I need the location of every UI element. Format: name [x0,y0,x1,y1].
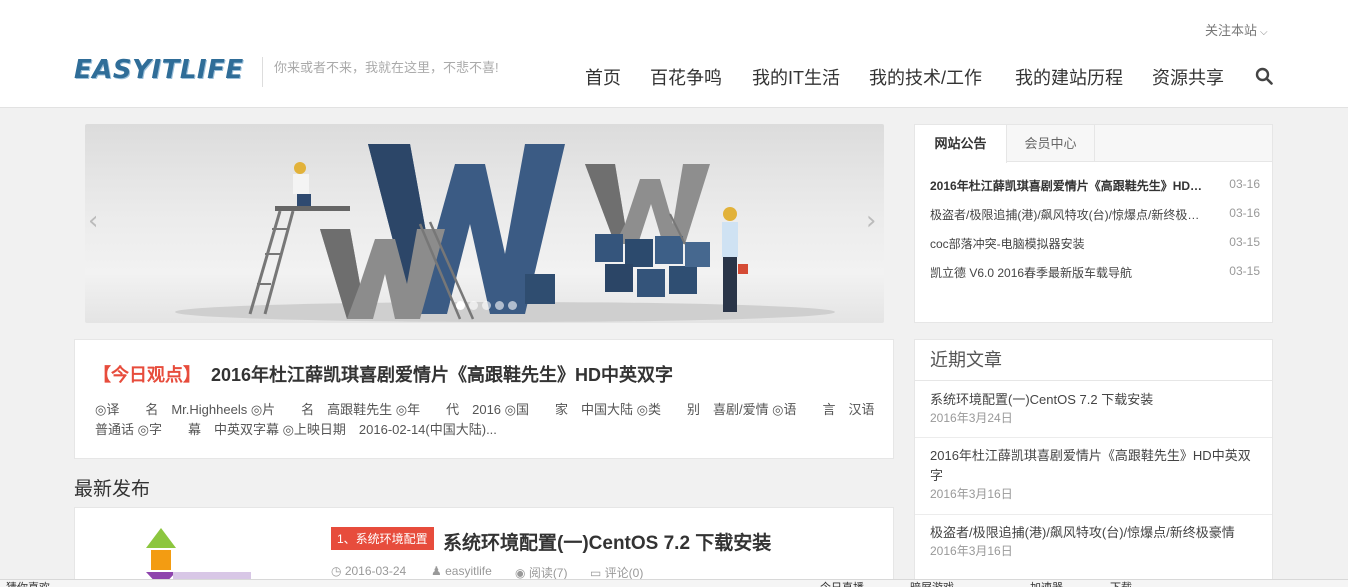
post-title-link[interactable]: 系统环境配置(一)CentOS 7.2 下载安装 [443,528,771,555]
notice-item[interactable]: coc部落冲突-电脑模拟器安装 03-15 [930,235,1260,255]
carousel-image-www [175,144,835,322]
notice-item-title: coc部落冲突-电脑模拟器安装 [930,237,1085,251]
site-logo[interactable]: EASYITLIFE [74,55,244,85]
status-item-live[interactable]: 今日直播 [820,580,864,587]
carousel-dot[interactable] [495,301,504,310]
recent-item[interactable]: 系统环境配置(一)CentOS 7.2 下载安装 2016年3月24日 [930,390,1260,426]
today-view-tag: 【今日观点】 [93,365,201,385]
notice-widget: 网站公告 会员中心 2016年杜江薛凯琪喜剧爱情片《高跟鞋先生》HD中英双字 0… [914,124,1273,323]
status-item-games[interactable]: 暗屏游戏 [910,580,954,587]
notice-item[interactable]: 极盗者/极限追捕(港)/飙风特攻(台)/惊爆点/新终极豪情 03-16 [930,206,1260,226]
featured-post: 【今日观点】 2016年杜江薛凯琪喜剧爱情片《高跟鞋先生》HD中英双字 ◎译 名 … [74,339,894,459]
tab-member-center[interactable]: 会员中心 [1007,125,1095,162]
carousel-prev-arrow[interactable]: ‹ [88,206,98,236]
carousel-dot[interactable] [508,301,517,310]
nav-item-site-history[interactable]: 我的建站历程 [1015,64,1123,90]
site-header: 关注本站 ⌵ EASYITLIFE 你来或者不来，我就在这里，不悲不喜! 首页 百… [0,0,1348,108]
user-icon: ♟ [431,564,446,578]
clock-icon: ◷ [331,564,345,578]
divider [915,514,1272,515]
post-author-text: easyitlife [445,564,492,578]
comment-icon: ▭ [590,566,605,580]
image-carousel[interactable] [85,124,884,323]
status-left-label[interactable]: 猜你喜欢 [6,580,50,587]
chevron-down-icon: ⌵ [1260,27,1268,38]
post-date: ◷ 2016-03-24 [331,564,406,578]
post-comments-text: 评论(0) [604,566,644,580]
notice-item-title: 凯立德 V6.0 2016春季最新版车载导航 [930,266,1133,280]
recent-item-date: 2016年3月24日 [930,411,1013,425]
post-category-badge[interactable]: 1、系统环境配置 [331,527,434,550]
latest-heading: 最新发布 [74,479,151,500]
divider [915,437,1272,438]
nav-item-home[interactable]: 首页 [585,64,621,90]
notice-item-date: 03-16 [1229,206,1260,220]
notice-item-title: 极盗者/极限追捕(港)/飙风特攻(台)/惊爆点/新终极豪情 [930,208,1210,222]
nav-item-discussion[interactable]: 百花争鸣 [650,64,722,90]
recent-item-title: 2016年杜江薛凯琪喜剧爱情片《高跟鞋先生》HD中英双字 [930,448,1251,483]
carousel-dot[interactable] [469,301,478,310]
status-item-accelerator[interactable]: 加速器 [1030,580,1063,587]
carousel-dot[interactable] [482,301,491,310]
recent-heading: 近期文章 [915,340,1272,381]
eye-icon: ◉ [515,566,529,580]
recent-item-date: 2016年3月16日 [930,544,1013,558]
notice-item[interactable]: 2016年杜江薛凯琪喜剧爱情片《高跟鞋先生》HD中英双字 03-16 [930,177,1260,197]
recent-item-title: 极盗者/极限追捕(港)/飙风特攻(台)/惊爆点/新终极豪情 [930,525,1235,540]
nav-item-it-life[interactable]: 我的IT生活 [752,64,840,90]
recent-item-date: 2016年3月16日 [930,487,1013,501]
follow-site-dropdown[interactable]: 关注本站 ⌵ [1205,20,1268,39]
status-item-download[interactable]: 下载 [1110,580,1132,587]
notice-item-date: 03-16 [1229,177,1260,191]
recent-item-title: 系统环境配置(一)CentOS 7.2 下载安装 [930,392,1154,407]
post-date-text: 2016-03-24 [344,564,407,578]
carousel-dot[interactable] [456,301,465,310]
nav-item-tech-work[interactable]: 我的技术/工作 [869,64,982,90]
browser-status-bar: 猜你喜欢 今日直播 暗屏游戏 加速器 下载 [0,579,1348,587]
site-slogan: 你来或者不来，我就在这里，不悲不喜! [274,60,499,75]
logo-divider [262,57,263,87]
featured-excerpt: ◎译 名 Mr.Highheels ◎片 名 高跟鞋先生 ◎年 代 2016 ◎… [95,402,875,437]
post-author[interactable]: ♟ easyitlife [431,564,492,578]
recent-posts-widget: 近期文章 系统环境配置(一)CentOS 7.2 下载安装 2016年3月24日… [914,339,1273,587]
notice-tabs: 网站公告 会员中心 [915,125,1272,163]
notice-item-date: 03-15 [1229,235,1260,249]
recent-item[interactable]: 极盗者/极限追捕(港)/飙风特攻(台)/惊爆点/新终极豪情 2016年3月16日 [930,523,1260,559]
featured-title-link[interactable]: 2016年杜江薛凯琪喜剧爱情片《高跟鞋先生》HD中英双字 [211,365,673,385]
notice-item[interactable]: 凯立德 V6.0 2016春季最新版车载导航 03-15 [930,264,1260,284]
featured-title: 【今日观点】 2016年杜江薛凯琪喜剧爱情片《高跟鞋先生》HD中英双字 [93,361,673,387]
recent-item[interactable]: 2016年杜江薛凯琪喜剧爱情片《高跟鞋先生》HD中英双字 2016年3月16日 [930,446,1260,502]
follow-label: 关注本站 [1205,23,1258,38]
carousel-next-arrow[interactable]: › [866,206,876,236]
search-icon[interactable] [1255,67,1273,85]
post-reads-text: 阅读(7) [528,566,568,580]
tab-site-notice[interactable]: 网站公告 [915,125,1007,163]
post-card: 1、系统环境配置 系统环境配置(一)CentOS 7.2 下载安装 ◷ 2016… [74,507,894,587]
notice-item-title: 2016年杜江薛凯琪喜剧爱情片《高跟鞋先生》HD中英双字 [930,179,1210,193]
notice-item-date: 03-15 [1229,264,1260,278]
nav-item-resources[interactable]: 资源共享 [1152,64,1224,90]
